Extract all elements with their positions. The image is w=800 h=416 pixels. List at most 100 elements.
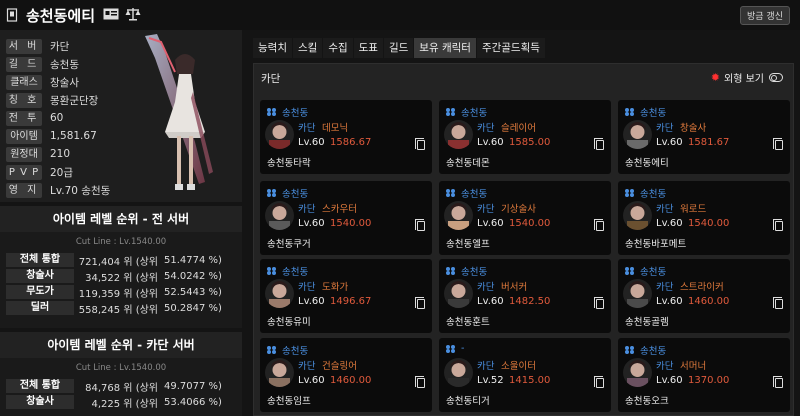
profile-label: 칭 호 — [6, 92, 42, 108]
refresh-button[interactable]: 방금 갱신 — [740, 6, 790, 25]
card-level: Lv.60 — [477, 137, 504, 148]
scale-icon[interactable] — [125, 7, 141, 24]
rank-label: 무도가 — [6, 285, 74, 299]
copy-icon[interactable] — [415, 219, 425, 231]
card-class: 기상술사 — [501, 204, 536, 215]
rank-pct: 54.0242 %) — [164, 270, 222, 282]
profile-card-icon[interactable] — [103, 8, 119, 23]
tab-collection[interactable]: 수집 — [323, 38, 353, 58]
profile-row-server: 서 버 카단 — [6, 37, 69, 55]
copy-icon[interactable] — [773, 297, 783, 309]
character-name: 송천동에티 — [26, 6, 96, 25]
card-server: 카단 — [477, 361, 495, 372]
card-class: 스트라이커 — [680, 282, 724, 293]
tab-weekly-gold[interactable]: 주간골드획득 — [476, 38, 545, 58]
profile-label: 서 버 — [6, 38, 42, 54]
tab-skills[interactable]: 스킬 — [292, 38, 323, 58]
tab-guild[interactable]: 길드 — [383, 38, 414, 58]
guild-icon — [446, 344, 457, 353]
card-class: 건슬링어 — [322, 361, 357, 372]
rank-pct: 53.4066 %) — [164, 396, 222, 408]
profile-row-expedition: 원정대 210 — [6, 145, 70, 163]
bookmark-icon[interactable] — [6, 8, 20, 22]
card-class: 슬레이어 — [501, 123, 536, 134]
profile-value: 20급 — [50, 166, 74, 179]
guild-icon — [267, 267, 278, 275]
card-class: 스카우터 — [322, 204, 357, 215]
tab-owned-characters[interactable]: 보유 캐릭터 — [414, 38, 476, 58]
card-guild: 송천동 — [446, 105, 487, 119]
avatar-body — [448, 299, 469, 308]
rank-row: 전체 통합 84,768 위 (상위 49.7077 %) — [0, 378, 242, 394]
rank-label: 전체 통합 — [6, 379, 74, 393]
copy-icon[interactable] — [415, 376, 425, 388]
character-card[interactable]: - 카단 소울이터 Lv.52 1415.00 송천동티거 — [439, 338, 611, 412]
guild-icon — [625, 346, 636, 354]
copy-icon[interactable] — [594, 138, 604, 150]
card-server: 카단 — [298, 123, 316, 134]
character-card[interactable]: 송천동 카단 도화가 Lv.60 1496.67 송천동유미 — [260, 259, 432, 333]
avatar-body — [627, 140, 648, 149]
card-class: 서머너 — [680, 361, 707, 372]
owned-characters-panel: 카단 ✹ 외형 보기 송천동 카단 데모닉 Lv.60 1586.67 송천동타락 송천동 카… — [253, 63, 794, 416]
character-card[interactable]: 송천동 카단 워로드 Lv.60 1540.00 송천동바포메트 — [618, 181, 790, 255]
rank-label: 창술사 — [6, 269, 74, 283]
appearance-toggle[interactable]: ✹ 외형 보기 — [711, 70, 783, 85]
rank-value: 721,404 위 (상위 — [78, 256, 158, 268]
tab-stats[interactable]: 능력치 — [253, 38, 292, 58]
character-card[interactable]: 송천동 카단 기상술사 Lv.60 1540.00 송천동엘프 — [439, 181, 611, 255]
avatar-face — [451, 125, 466, 139]
avatar — [265, 279, 294, 308]
rank-server: 아이템 레벨 순위 - 카단 서버 Cut Line : Lv.1540.00 … — [0, 332, 242, 416]
guild-name: 송천동 — [640, 108, 667, 119]
profile-label: P V P — [6, 164, 42, 180]
card-item-level: 1460.00 — [688, 296, 730, 307]
card-class: 워로드 — [680, 204, 707, 215]
character-card[interactable]: 송천동 카단 서머너 Lv.60 1370.00 송천동오크 — [618, 338, 790, 412]
copy-icon[interactable] — [415, 297, 425, 309]
character-card[interactable]: 송천동 카단 데모닉 Lv.60 1586.67 송천동타락 — [260, 100, 432, 174]
card-level: Lv.60 — [656, 218, 683, 229]
profile-value: 카단 — [50, 40, 70, 53]
card-name: 송천동훈트 — [446, 317, 490, 328]
character-card[interactable]: 송천동 카단 스카우터 Lv.60 1540.00 송천동쿠거 — [260, 181, 432, 255]
character-card[interactable]: 송천동 카단 스트라이커 Lv.60 1460.00 송천동골렘 — [618, 259, 790, 333]
avatar — [623, 279, 652, 308]
avatar-body — [448, 378, 469, 387]
character-card[interactable]: 송천동 카단 슬레이어 Lv.60 1585.00 송천동데몬 — [439, 100, 611, 174]
copy-icon[interactable] — [594, 297, 604, 309]
copy-icon[interactable] — [594, 376, 604, 388]
avatar-body — [448, 221, 469, 230]
character-card[interactable]: 송천동 카단 창술사 Lv.60 1581.67 송천동에티 — [618, 100, 790, 174]
rank-row: 딜러 558,245 위 (상위 50.2847 %) — [0, 300, 242, 316]
tab-chart[interactable]: 도표 — [353, 38, 383, 58]
copy-icon[interactable] — [773, 376, 783, 388]
character-card[interactable]: 송천동 카단 건슬링어 Lv.60 1460.00 송천동임프 — [260, 338, 432, 412]
copy-icon[interactable] — [773, 219, 783, 231]
card-item-level: 1540.00 — [688, 218, 730, 229]
profile-value: 210 — [50, 148, 71, 160]
card-server: 카단 — [477, 123, 495, 134]
card-name: 송천동골렘 — [625, 317, 669, 328]
card-class: 소울이터 — [501, 361, 536, 372]
profile-value: 60 — [50, 112, 64, 124]
profile-panel: 서 버 카단 길 드 송천동 클래스 창술사 칭 호 몽환군단장 전 투 60 아이템 1,… — [0, 30, 242, 202]
card-name: 송천동쿠거 — [267, 239, 311, 250]
appearance-label: 외형 보기 — [724, 74, 764, 85]
card-server: 카단 — [656, 204, 674, 215]
card-name: 송천동임프 — [267, 396, 311, 407]
card-level: Lv.60 — [298, 296, 325, 307]
character-card[interactable]: 송천동 카단 버서커 Lv.60 1482.50 송천동훈트 — [439, 259, 611, 333]
copy-icon[interactable] — [594, 219, 604, 231]
rank-label: 전체 통합 — [6, 253, 74, 267]
copy-icon[interactable] — [415, 138, 425, 150]
copy-icon[interactable] — [773, 138, 783, 150]
profile-label: 전 투 — [6, 110, 42, 126]
card-level: Lv.60 — [656, 137, 683, 148]
guild-icon — [625, 267, 636, 275]
rank-label: 딜러 — [6, 301, 74, 315]
avatar — [623, 120, 652, 149]
card-name: 송천동유미 — [267, 317, 311, 328]
profile-label: 길 드 — [6, 56, 42, 72]
card-class: 도화가 — [322, 282, 349, 293]
